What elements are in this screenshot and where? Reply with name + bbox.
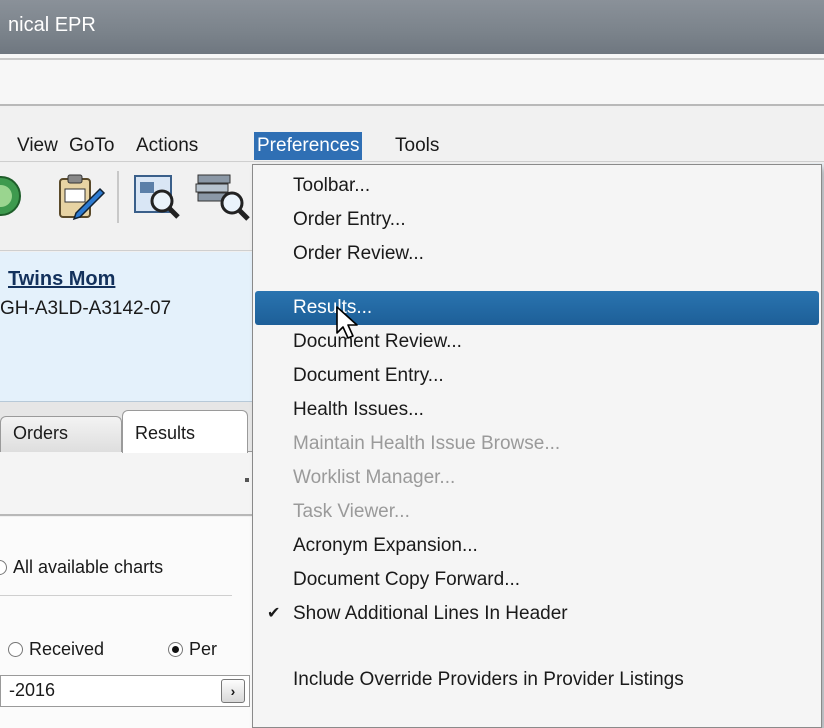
window-title: nical EPR	[8, 14, 96, 36]
menu-item-health-issues[interactable]: Health Issues...	[255, 393, 819, 427]
menu-item-maintain-health-issue-browse: Maintain Health Issue Browse...	[293, 433, 561, 454]
per-option[interactable]: Per	[168, 639, 217, 660]
divider	[0, 595, 232, 596]
patient-banner: Twins Mom GH-A3LD-A3142-07	[0, 252, 252, 402]
menu-item-order-entry[interactable]: Order Entry...	[255, 203, 819, 237]
menu-item-document-copy-forward[interactable]: Document Copy Forward...	[255, 563, 819, 597]
per-radio[interactable]	[168, 642, 183, 657]
tab-results[interactable]: Results	[122, 410, 248, 453]
title-bar: nical EPR	[0, 0, 824, 54]
per-label: Per	[189, 639, 218, 659]
menu-item-order-review[interactable]: Order Review...	[255, 237, 819, 271]
tab-strip: Orders Results	[0, 402, 252, 453]
menu-item-include-override-providers[interactable]: Include Override Providers in Provider L…	[255, 663, 819, 697]
all-charts-option[interactable]: All available charts	[0, 557, 163, 578]
date-next-button[interactable]: ›	[221, 679, 245, 703]
date-field[interactable]: -2016 ›	[0, 675, 250, 707]
search-document-icon[interactable]	[132, 173, 180, 219]
menu-item-toolbar[interactable]: Toolbar...	[255, 169, 819, 203]
menu-tools[interactable]: Tools	[392, 132, 442, 160]
menu-item-worklist-manager: Worklist Manager...	[293, 467, 456, 488]
menu-item-acronym-expansion[interactable]: Acronym Expansion...	[255, 529, 819, 563]
received-option[interactable]: Received	[8, 639, 104, 660]
address-band	[0, 54, 824, 106]
date-value: -2016	[9, 680, 56, 700]
patient-mrn: GH-A3LD-A3142-07	[0, 298, 172, 319]
menu-goto[interactable]: GoTo	[66, 132, 117, 160]
tab-orders[interactable]: Orders	[0, 416, 122, 452]
clipboard-edit-icon[interactable]	[54, 173, 106, 221]
results-subheader	[0, 452, 252, 516]
menu-view[interactable]: View	[14, 132, 61, 160]
menu-item-document-entry[interactable]: Document Entry...	[255, 359, 819, 393]
nav-circle-icon[interactable]	[0, 173, 24, 219]
menu-actions[interactable]: Actions	[133, 132, 201, 160]
menu-item-show-additional-lines[interactable]: ✔ Show Additional Lines In Header	[255, 597, 819, 631]
received-label: Received	[29, 639, 105, 659]
preferences-menu: Toolbar... Order Entry... Order Review..…	[252, 164, 822, 728]
mouse-cursor-icon	[336, 306, 358, 339]
all-charts-radio[interactable]	[0, 560, 7, 575]
menu-preferences[interactable]: Preferences	[254, 132, 363, 160]
search-stack-icon[interactable]	[194, 173, 250, 221]
menu-item-task-viewer: Task Viewer...	[293, 501, 410, 522]
menu-bar: View GoTo Actions Preferences Tools	[0, 108, 824, 162]
received-radio[interactable]	[8, 642, 23, 657]
all-charts-label: All available charts	[13, 557, 164, 577]
toolbar-separator	[117, 171, 119, 223]
menu-item-show-additional-lines-label: Show Additional Lines In Header	[293, 603, 568, 624]
toolbar	[0, 163, 252, 251]
patient-name[interactable]: Twins Mom	[8, 268, 115, 291]
check-icon: ✔	[267, 605, 281, 622]
results-filters: All available charts Received Per -2016 …	[0, 517, 252, 728]
